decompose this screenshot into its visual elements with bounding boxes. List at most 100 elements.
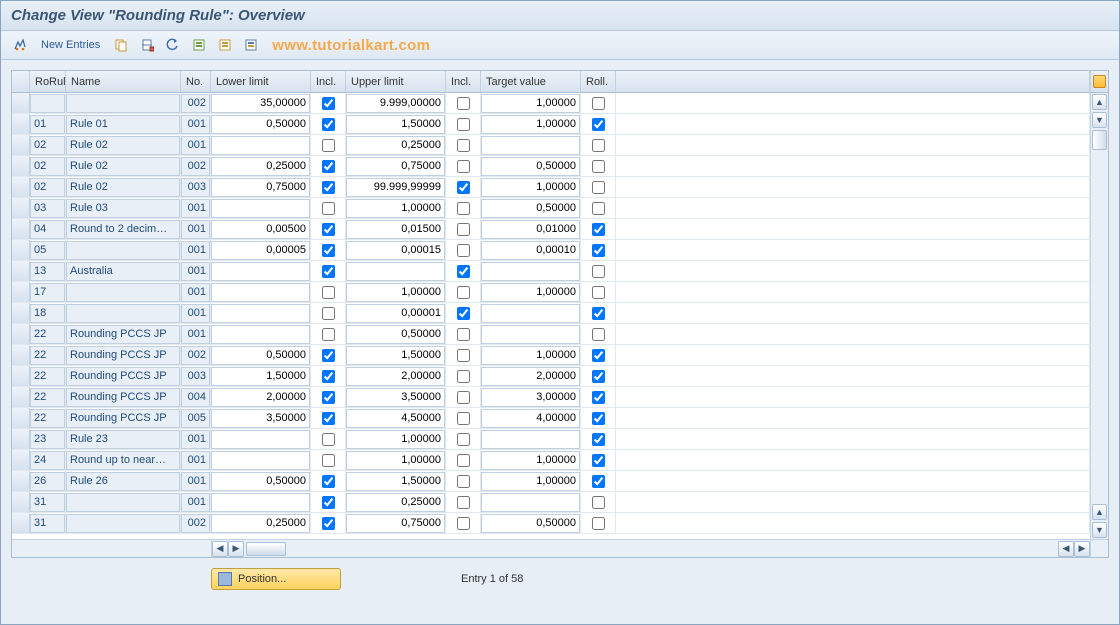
incl-upper-checkbox[interactable]: [457, 160, 470, 173]
roll-checkbox[interactable]: [592, 391, 605, 404]
col-header-incl2[interactable]: Incl.: [446, 71, 481, 92]
vscroll-up-end-button[interactable]: ▲: [1092, 504, 1107, 520]
incl-lower-checkbox[interactable]: [322, 517, 335, 530]
lower-limit-field[interactable]: [211, 409, 310, 428]
roll-checkbox[interactable]: [592, 349, 605, 362]
lower-limit-field[interactable]: [211, 262, 310, 281]
incl-upper-checkbox[interactable]: [457, 181, 470, 194]
roll-checkbox[interactable]: [592, 160, 605, 173]
target-value-field[interactable]: [481, 493, 580, 512]
lower-limit-field[interactable]: [211, 472, 310, 491]
target-value-field[interactable]: [481, 430, 580, 449]
target-value-field[interactable]: [481, 157, 580, 176]
row-selector[interactable]: [12, 219, 30, 239]
hscroll-left-end-button[interactable]: ◀: [1058, 541, 1074, 557]
undo-icon[interactable]: [162, 35, 184, 55]
incl-upper-checkbox[interactable]: [457, 307, 470, 320]
vscroll-down-end-button[interactable]: ▼: [1092, 522, 1107, 538]
incl-upper-checkbox[interactable]: [457, 496, 470, 509]
upper-limit-field[interactable]: [346, 430, 445, 449]
roll-checkbox[interactable]: [592, 118, 605, 131]
position-button[interactable]: Position...: [211, 568, 341, 590]
target-value-field[interactable]: [481, 472, 580, 491]
incl-lower-checkbox[interactable]: [322, 160, 335, 173]
lower-limit-field[interactable]: [211, 220, 310, 239]
incl-lower-checkbox[interactable]: [322, 412, 335, 425]
roll-checkbox[interactable]: [592, 97, 605, 110]
incl-lower-checkbox[interactable]: [322, 475, 335, 488]
incl-upper-checkbox[interactable]: [457, 328, 470, 341]
incl-upper-checkbox[interactable]: [457, 475, 470, 488]
incl-lower-checkbox[interactable]: [322, 454, 335, 467]
roll-checkbox[interactable]: [592, 412, 605, 425]
upper-limit-field[interactable]: [346, 115, 445, 134]
target-value-field[interactable]: [481, 304, 580, 323]
upper-limit-field[interactable]: [346, 241, 445, 260]
target-value-field[interactable]: [481, 325, 580, 344]
roll-checkbox[interactable]: [592, 475, 605, 488]
select-all-icon[interactable]: [188, 35, 210, 55]
target-value-field[interactable]: [481, 262, 580, 281]
col-header-target[interactable]: Target value: [481, 71, 581, 92]
roll-checkbox[interactable]: [592, 139, 605, 152]
target-value-field[interactable]: [481, 241, 580, 260]
incl-upper-checkbox[interactable]: [457, 265, 470, 278]
lower-limit-field[interactable]: [211, 451, 310, 470]
incl-upper-checkbox[interactable]: [457, 370, 470, 383]
target-value-field[interactable]: [481, 94, 580, 113]
row-selector[interactable]: [12, 177, 30, 197]
hscroll-left-button[interactable]: ◀: [212, 541, 228, 557]
incl-upper-checkbox[interactable]: [457, 286, 470, 299]
upper-limit-field[interactable]: [346, 325, 445, 344]
incl-lower-checkbox[interactable]: [322, 244, 335, 257]
deselect-all-icon[interactable]: [214, 35, 236, 55]
lower-limit-field[interactable]: [211, 304, 310, 323]
lower-limit-field[interactable]: [211, 157, 310, 176]
row-selector[interactable]: [12, 387, 30, 407]
target-value-field[interactable]: [481, 346, 580, 365]
incl-upper-checkbox[interactable]: [457, 202, 470, 215]
new-entries-button[interactable]: New Entries: [35, 36, 106, 54]
row-selector[interactable]: [12, 156, 30, 176]
target-value-field[interactable]: [481, 514, 580, 533]
lower-limit-field[interactable]: [211, 115, 310, 134]
upper-limit-field[interactable]: [346, 472, 445, 491]
upper-limit-field[interactable]: [346, 451, 445, 470]
incl-lower-checkbox[interactable]: [322, 391, 335, 404]
target-value-field[interactable]: [481, 178, 580, 197]
upper-limit-field[interactable]: [346, 136, 445, 155]
lower-limit-field[interactable]: [211, 241, 310, 260]
incl-lower-checkbox[interactable]: [322, 349, 335, 362]
roll-checkbox[interactable]: [592, 202, 605, 215]
incl-upper-checkbox[interactable]: [457, 97, 470, 110]
upper-limit-field[interactable]: [346, 493, 445, 512]
row-selector[interactable]: [12, 429, 30, 449]
roll-checkbox[interactable]: [592, 286, 605, 299]
roll-checkbox[interactable]: [592, 265, 605, 278]
incl-lower-checkbox[interactable]: [322, 286, 335, 299]
target-value-field[interactable]: [481, 451, 580, 470]
incl-upper-checkbox[interactable]: [457, 139, 470, 152]
vscroll-up-button[interactable]: ▲: [1092, 94, 1107, 110]
row-selector[interactable]: [12, 303, 30, 323]
col-header-lower[interactable]: Lower limit: [211, 71, 311, 92]
upper-limit-field[interactable]: [346, 514, 445, 533]
target-value-field[interactable]: [481, 136, 580, 155]
incl-lower-checkbox[interactable]: [322, 265, 335, 278]
incl-lower-checkbox[interactable]: [322, 202, 335, 215]
vscroll-track[interactable]: [1092, 130, 1107, 502]
row-selector[interactable]: [12, 345, 30, 365]
upper-limit-field[interactable]: [346, 283, 445, 302]
incl-lower-checkbox[interactable]: [322, 139, 335, 152]
copy-icon[interactable]: [110, 35, 132, 55]
lower-limit-field[interactable]: [211, 388, 310, 407]
configure-columns-button[interactable]: [1091, 71, 1108, 93]
roll-checkbox[interactable]: [592, 433, 605, 446]
row-selector[interactable]: [12, 114, 30, 134]
upper-limit-field[interactable]: [346, 94, 445, 113]
incl-lower-checkbox[interactable]: [322, 118, 335, 131]
row-selector[interactable]: [12, 513, 30, 533]
incl-lower-checkbox[interactable]: [322, 97, 335, 110]
target-value-field[interactable]: [481, 199, 580, 218]
row-selector[interactable]: [12, 282, 30, 302]
